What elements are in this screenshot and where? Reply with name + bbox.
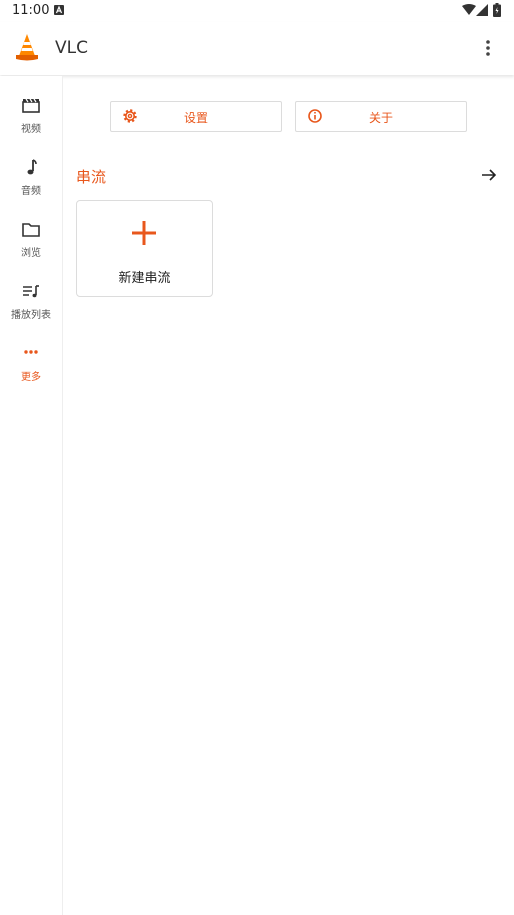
settings-label: 设置 [183,111,208,125]
nav-item-browse[interactable]: 浏览 [0,220,62,276]
app-title: VLC [55,38,88,58]
folder-icon [22,223,40,237]
nav-label: 音频 [21,186,41,197]
nav-item-audio[interactable]: 音频 [0,158,62,214]
arrow-right-icon[interactable] [480,166,498,184]
plus-icon [132,221,156,245]
notification-a-icon [54,5,64,15]
battery-icon [493,3,501,17]
nav-label: 更多 [21,372,41,383]
wifi-icon [462,4,476,15]
new-stream-label: 新建串流 [118,271,171,286]
music-note-icon [27,159,37,175]
status-bar: 11:00 [0,0,514,22]
about-label: 关于 [368,111,393,125]
vlc-logo-icon [16,34,38,61]
nav-item-video[interactable]: 视频 [0,96,62,152]
nav-item-more[interactable]: 更多 [0,344,62,400]
more-vertical-icon[interactable] [479,37,497,59]
video-icon [22,98,40,113]
nav-label: 视频 [21,124,41,135]
app-bar: VLC [0,22,514,75]
side-nav: 视频 音频 浏览 播放列表 更多 [0,76,63,915]
settings-button[interactable]: 设置 [110,101,282,132]
new-stream-card[interactable]: 新建串流 [76,200,213,297]
section-title-streams: 串流 [76,168,107,186]
signal-icon [476,4,488,16]
status-time: 11:00 [12,3,50,18]
nav-item-playlists[interactable]: 播放列表 [0,282,62,338]
nav-label: 播放列表 [11,310,51,321]
more-horizontal-icon [24,350,38,354]
nav-label: 浏览 [21,248,41,259]
about-button[interactable]: 关于 [295,101,467,132]
playlist-icon [23,285,39,298]
